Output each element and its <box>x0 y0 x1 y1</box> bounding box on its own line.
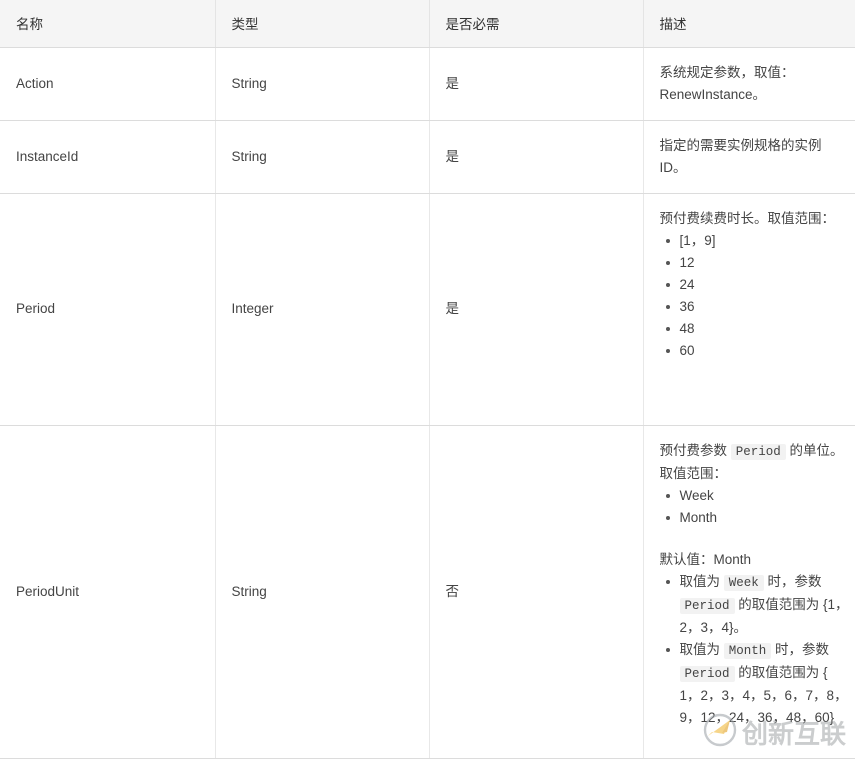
code-week: Week <box>723 574 764 591</box>
table-row: Action String 是 系统规定参数，取值： RenewInstance… <box>0 47 855 121</box>
cell-param-name: InstanceId <box>0 120 216 194</box>
description-intro: 预付费续费时长。取值范围： <box>659 210 836 226</box>
nested-prefix: 取值为 <box>679 641 724 657</box>
table-row: InstanceId String 是 指定的需要实例规格的实例 ID。 <box>0 120 855 194</box>
code-period: Period <box>730 443 786 460</box>
cell-param-required: 是 <box>429 120 644 194</box>
cell-param-required: 是 <box>429 193 644 426</box>
list-item: Month <box>660 507 850 529</box>
cell-param-description: 指定的需要实例规格的实例 ID。 <box>643 120 855 194</box>
list-item: 12 <box>660 252 850 274</box>
default-value-line: 默认值：Month <box>659 551 752 567</box>
list-item: 24 <box>660 274 850 296</box>
value-range-list: [1，9] 12 24 36 48 60 <box>660 230 850 362</box>
cell-param-name: PeriodUnit <box>0 425 216 759</box>
table-header: 名称 类型 是否必需 描述 <box>0 0 855 48</box>
column-header-description: 描述 <box>643 0 855 48</box>
description-intro: 预付费参数 Period 的单位。取值范围： <box>660 440 850 485</box>
parameters-table: 名称 类型 是否必需 描述 Action String 是 系统规定参数，取值：… <box>0 0 855 759</box>
list-item: 取值为 Week 时，参数 Period 的取值范围为 {1，2，3，4}。 <box>660 571 850 639</box>
nested-middle: 时，参数 <box>771 641 830 657</box>
list-item: 36 <box>660 296 850 318</box>
table-body: Action String 是 系统规定参数，取值： RenewInstance… <box>0 47 855 759</box>
cell-param-description: 预付费续费时长。取值范围： [1，9] 12 24 36 48 60 <box>643 193 855 426</box>
nested-prefix: 取值为 <box>679 573 724 589</box>
nested-value-range-list: 取值为 Week 时，参数 Period 的取值范围为 {1，2，3，4}。 取… <box>660 571 850 729</box>
column-header-name: 名称 <box>0 0 216 48</box>
column-header-type: 类型 <box>215 0 430 48</box>
cell-param-type: String <box>215 425 430 759</box>
description-line: RenewInstance。 <box>659 86 767 102</box>
column-header-required: 是否必需 <box>429 0 644 48</box>
list-item: 60 <box>660 340 850 362</box>
cell-param-description: 系统规定参数，取值： RenewInstance。 <box>643 47 855 121</box>
cell-param-type: String <box>215 47 430 121</box>
code-period: Period <box>679 665 735 682</box>
list-item: [1，9] <box>660 230 850 252</box>
table-header-row: 名称 类型 是否必需 描述 <box>0 0 855 48</box>
intro-prefix: 预付费参数 <box>659 442 731 458</box>
description-line: 指定的需要实例规格的实例 <box>659 137 822 153</box>
description-line: 系统规定参数，取值： <box>659 64 795 80</box>
cell-param-type: String <box>215 120 430 194</box>
table-row: Period Integer 是 预付费续费时长。取值范围： [1，9] 12 … <box>0 193 855 426</box>
list-item: 取值为 Month 时，参数 Period 的取值范围为 { 1，2，3，4，5… <box>660 639 850 729</box>
cell-param-required: 是 <box>429 47 644 121</box>
code-month: Month <box>723 642 772 659</box>
description-line: ID。 <box>659 159 687 175</box>
value-range-list: Week Month <box>660 485 850 529</box>
cell-param-name: Action <box>0 47 216 121</box>
table-row: PeriodUnit String 否 预付费参数 Period 的单位。取值范… <box>0 425 855 759</box>
cell-param-name: Period <box>0 193 216 426</box>
code-period: Period <box>679 597 735 614</box>
list-item: 48 <box>660 318 850 340</box>
list-item: Week <box>660 485 850 507</box>
nested-middle: 时，参数 <box>763 573 822 589</box>
cell-param-required: 否 <box>429 425 644 759</box>
cell-param-description: 预付费参数 Period 的单位。取值范围： Week Month 默认值：Mo… <box>643 425 855 759</box>
cell-param-type: Integer <box>215 193 430 426</box>
